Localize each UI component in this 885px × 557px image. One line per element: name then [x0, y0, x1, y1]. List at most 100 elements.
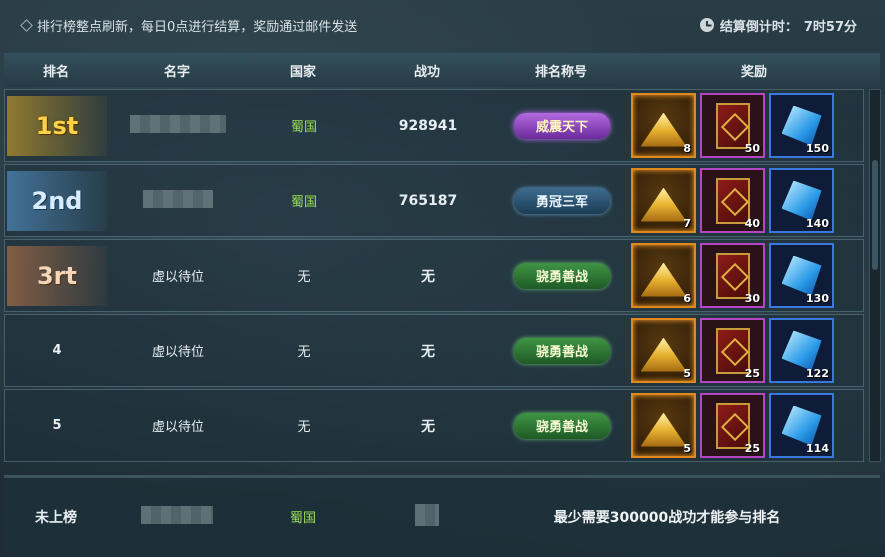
blue-gem-icon	[781, 405, 822, 446]
player-name	[109, 189, 247, 212]
reward-item[interactable]: 7	[631, 168, 696, 233]
table-row[interactable]: 2nd 蜀国 765187 勇冠三军 7 40 140	[4, 164, 864, 237]
blue-gem-icon	[781, 255, 822, 296]
item-count: 5	[683, 442, 691, 455]
player-name: 虚以待位	[151, 270, 204, 285]
reward-item[interactable]: 6	[631, 243, 696, 308]
rank-badge: 3rt	[7, 245, 107, 306]
blue-gem-icon	[781, 330, 822, 371]
header-rank: 排名	[42, 64, 69, 80]
gold-pile-icon	[640, 412, 687, 447]
reward-item[interactable]: 30	[700, 243, 765, 308]
title-cell: 骁勇善战	[495, 337, 629, 364]
item-count: 40	[744, 217, 760, 230]
table-row[interactable]: 5 虚以待位 无 无 骁勇善战 5 25 114	[4, 389, 864, 462]
rank-badge: 1st	[7, 95, 107, 156]
scroll-thumb[interactable]	[872, 160, 878, 270]
rank-badge: 2nd	[7, 170, 107, 231]
country: 无	[297, 420, 311, 435]
rank-title-badge: 骁勇善战	[513, 262, 610, 289]
rank-title-badge: 骁勇善战	[513, 337, 610, 364]
reward-item[interactable]: 25	[700, 318, 765, 383]
diamond-icon	[20, 18, 33, 32]
reward-items: 7 40 140	[629, 168, 845, 233]
my-name	[108, 505, 246, 528]
merit: 765187	[398, 192, 458, 209]
country: 无	[297, 270, 311, 285]
item-count: 5	[683, 367, 691, 380]
merit-redacted	[415, 503, 439, 526]
reward-item[interactable]: 114	[769, 393, 834, 458]
rank-badge: 5	[52, 418, 62, 433]
rank-title-badge: 骁勇善战	[513, 412, 610, 439]
reward-item[interactable]: 5	[631, 393, 696, 458]
table-row[interactable]: 3rt 虚以待位 无 无 骁勇善战 6 30 130	[4, 239, 864, 312]
rank-cell: 2nd	[5, 165, 109, 236]
my-rank-row: 未上榜 蜀国 最少需要300000战功才能参与排名	[4, 475, 880, 555]
rank-badge: 4	[52, 343, 62, 358]
gold-pile-icon	[640, 112, 687, 147]
reward-item[interactable]: 122	[769, 318, 834, 383]
item-count: 7	[683, 217, 691, 230]
reward-items: 8 50 150	[629, 93, 845, 158]
player-name	[109, 114, 247, 137]
title-cell: 骁勇善战	[495, 262, 629, 289]
merit: 928941	[398, 117, 458, 134]
list-scrollbar[interactable]	[869, 89, 881, 462]
reward-item[interactable]: 40	[700, 168, 765, 233]
reward-item[interactable]: 25	[700, 393, 765, 458]
notice-text: 排行榜整点刷新，每日0点进行结算，奖励通过邮件发送	[37, 19, 358, 35]
my-merit	[360, 503, 494, 530]
ranking-requirement-tip: 最少需要300000战功才能参与排名	[553, 509, 781, 526]
reward-item[interactable]: 50	[700, 93, 765, 158]
rank-cell: 4	[5, 315, 109, 386]
notice-bar: 排行榜整点刷新，每日0点进行结算，奖励通过邮件发送 结算倒计时： 7时57分	[0, 0, 885, 50]
my-country: 蜀国	[289, 511, 316, 526]
rank-title-badge: 威震天下	[513, 112, 610, 139]
rank-cell: 1st	[5, 90, 109, 161]
reward-item[interactable]: 150	[769, 93, 834, 158]
my-rank: 未上榜	[35, 509, 77, 526]
item-count: 6	[683, 292, 691, 305]
rank-title-badge: 勇冠三军	[513, 187, 610, 214]
header-title: 排名称号	[534, 64, 587, 80]
header-merit: 战功	[413, 64, 440, 80]
reward-item[interactable]: 5	[631, 318, 696, 383]
item-count: 122	[806, 367, 829, 380]
reward-item[interactable]: 8	[631, 93, 696, 158]
item-count: 8	[683, 142, 691, 155]
blue-gem-icon	[781, 180, 822, 221]
reward-item[interactable]: 130	[769, 243, 834, 308]
header-country: 国家	[289, 64, 316, 80]
header-reward: 奖励	[740, 64, 767, 80]
name-redacted	[130, 114, 226, 133]
table-row[interactable]: 1st 蜀国 928941 威震天下 8 50 150	[4, 89, 864, 162]
timer-value: 7时57分	[803, 19, 857, 35]
clock-icon	[699, 18, 714, 32]
title-cell: 勇冠三军	[495, 187, 629, 214]
merit: 无	[421, 418, 435, 435]
reward-item[interactable]: 140	[769, 168, 834, 233]
title-cell: 骁勇善战	[495, 412, 629, 439]
item-count: 140	[806, 217, 829, 230]
item-count: 50	[744, 142, 760, 155]
item-count: 30	[744, 292, 760, 305]
table-header: 排名 名字 国家 战功 排名称号 奖励	[4, 53, 880, 87]
player-name: 虚以待位	[151, 420, 204, 435]
header-name: 名字	[163, 64, 190, 80]
reward-items: 5 25 122	[629, 318, 845, 383]
item-count: 130	[806, 292, 829, 305]
title-cell: 威震天下	[495, 112, 629, 139]
player-name: 虚以待位	[151, 345, 204, 360]
item-count: 150	[806, 142, 829, 155]
reward-items: 5 25 114	[629, 393, 845, 458]
merit: 无	[421, 343, 435, 360]
name-redacted	[141, 505, 213, 524]
country: 蜀国	[290, 120, 317, 135]
rank-cell: 5	[5, 390, 109, 461]
reward-items: 6 30 130	[629, 243, 845, 308]
rank-cell: 3rt	[5, 240, 109, 311]
country: 蜀国	[290, 195, 317, 210]
table-row[interactable]: 4 虚以待位 无 无 骁勇善战 5 25 122	[4, 314, 864, 387]
blue-gem-icon	[781, 105, 822, 146]
